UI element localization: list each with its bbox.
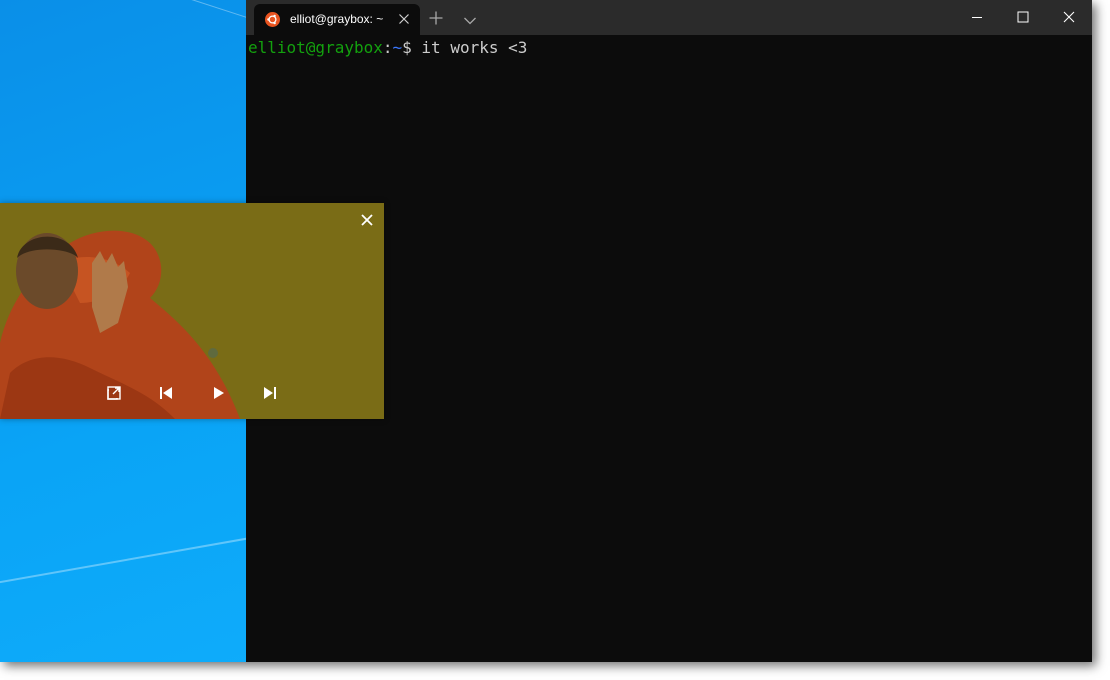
maximize-icon	[1017, 11, 1029, 23]
skip-previous-icon[interactable]	[156, 383, 176, 403]
terminal-tab[interactable]: elliot@graybox: ~	[254, 4, 420, 35]
picture-in-picture-player[interactable]	[0, 203, 384, 419]
screen: elliot@graybox: ~ elliot@graybox:~$ it w…	[0, 0, 1092, 662]
terminal-titlebar[interactable]: elliot@graybox: ~	[246, 0, 1092, 35]
video-frame	[0, 203, 384, 419]
close-icon[interactable]	[359, 212, 375, 228]
prompt-symbol: $	[402, 38, 412, 57]
prompt-user-host: elliot@graybox	[248, 38, 383, 57]
minimize-icon	[972, 17, 982, 18]
close-icon	[1063, 11, 1075, 23]
prompt-separator: :	[382, 38, 393, 57]
maximize-button[interactable]	[1000, 0, 1046, 35]
close-button[interactable]	[1046, 0, 1092, 35]
tab-close-icon[interactable]	[396, 11, 412, 27]
terminal-output[interactable]: elliot@graybox:~$ it works <3	[248, 38, 527, 58]
prompt-path: ~	[392, 38, 403, 57]
ubuntu-logo-icon	[265, 12, 280, 27]
tab-title: elliot@graybox: ~	[290, 12, 384, 26]
skip-next-icon[interactable]	[260, 383, 280, 403]
play-icon[interactable]	[208, 383, 228, 403]
command-text: it works <3	[411, 38, 528, 57]
minimize-button[interactable]	[954, 0, 1000, 35]
wallpaper-light-beam	[0, 532, 278, 590]
open-external-icon[interactable]	[104, 383, 124, 403]
chevron-down-icon[interactable]	[462, 12, 478, 25]
plus-icon[interactable]	[428, 10, 444, 26]
